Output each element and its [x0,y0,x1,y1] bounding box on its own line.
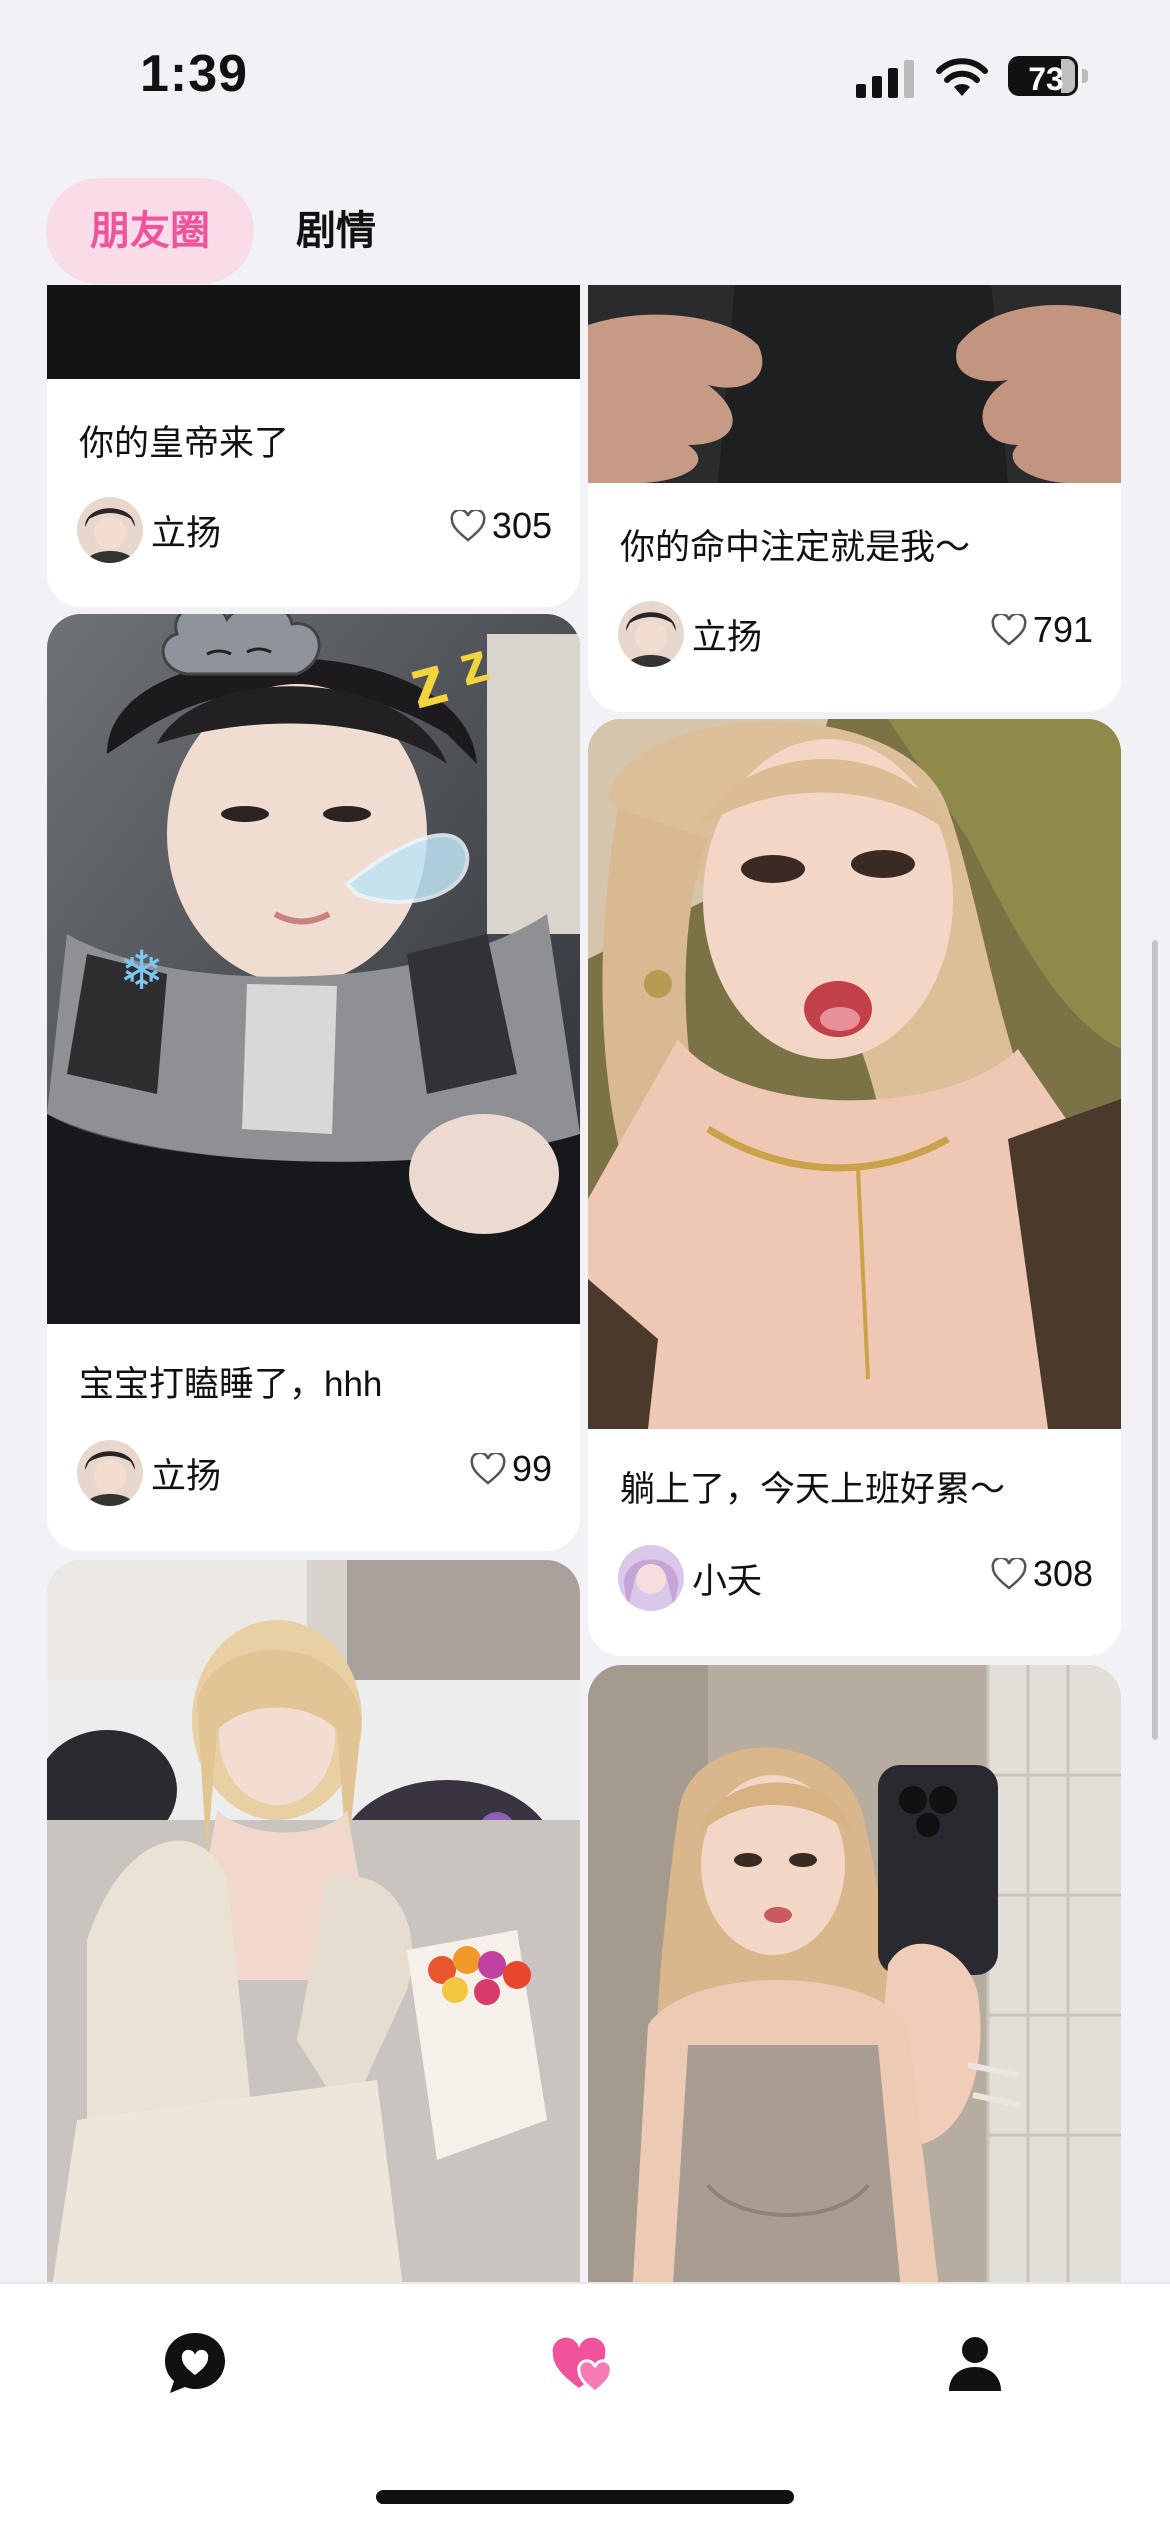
avatar[interactable] [77,1440,143,1506]
like-count: 308 [1032,1553,1093,1594]
hearts-icon[interactable] [549,2332,621,2394]
nav-moments[interactable] [530,2318,640,2408]
tab-story[interactable]: 剧情 [254,178,420,284]
post-image[interactable] [588,285,1121,483]
heart-outline-icon[interactable] [470,1453,506,1485]
like-counter[interactable]: 791 [991,609,1093,651]
post-image[interactable] [588,719,1121,1429]
heart-outline-icon[interactable] [991,1558,1027,1590]
status-bar: 1:39 73 [0,0,1170,160]
post-card[interactable] [47,1560,580,2285]
like-counter[interactable]: 99 [470,1448,552,1490]
moments-feed[interactable]: 你的皇帝来了 立扬 305 z z ❄ 宝宝打瞌睡了，hhh 立扬 99 你的命… [0,285,1170,2285]
like-count: 99 [511,1448,552,1489]
post-caption: 你的命中注定就是我～ [620,528,971,567]
heart-outline-icon[interactable] [450,510,486,542]
post-author[interactable]: 立扬 [77,497,221,563]
post-image[interactable] [588,1665,1121,2285]
post-author[interactable]: 立扬 [618,601,762,667]
nav-chat[interactable] [140,2318,250,2408]
post-author[interactable]: 小夭 [618,1545,762,1611]
status-time: 1:39 [140,45,249,103]
author-name: 立扬 [151,1456,222,1496]
battery-icon: 73 [1008,56,1088,96]
profile-icon[interactable] [945,2333,1005,2393]
cellular-signal-icon [856,60,914,98]
author-name: 立扬 [151,513,222,553]
post-image[interactable] [47,285,580,379]
nav-profile[interactable] [920,2318,1030,2408]
home-indicator[interactable] [376,2490,794,2504]
post-card[interactable]: 你的命中注定就是我～ 立扬 791 [588,285,1121,712]
like-counter[interactable]: 308 [991,1553,1093,1595]
tab-moments[interactable]: 朋友圈 [46,178,254,284]
author-name: 小夭 [692,1561,763,1601]
avatar[interactable] [77,497,143,563]
post-author[interactable]: 立扬 [77,1440,221,1506]
post-card[interactable]: 躺上了，今天上班好累～ 小夭 308 [588,719,1121,1656]
post-image[interactable] [47,1560,580,2285]
avatar[interactable] [618,1545,684,1611]
feed-tabs: 朋友圈 剧情 [46,178,420,284]
girl-fur-coat-photo [47,1560,580,2285]
boy-scarf-photo: z z ❄ [47,614,580,1324]
wifi-icon [936,58,988,96]
battery-level: 73 [1028,61,1064,96]
post-caption: 宝宝打瞌睡了，hhh [79,1365,383,1404]
like-count: 791 [1032,609,1093,650]
like-counter[interactable]: 305 [450,505,552,547]
girl-lying-photo [588,719,1121,1429]
author-name: 立扬 [692,617,763,657]
scrollbar[interactable] [1152,940,1158,1740]
post-card[interactable]: z z ❄ 宝宝打瞌睡了，hhh 立扬 99 [47,614,580,1551]
svg-text:❄: ❄ [119,939,164,1002]
post-card[interactable]: 你的皇帝来了 立扬 305 [47,285,580,607]
post-image[interactable]: z z ❄ [47,614,580,1324]
avatar[interactable] [618,601,684,667]
chat-heart-icon[interactable] [161,2329,229,2397]
hands-shirt-photo [588,285,1121,483]
post-caption: 你的皇帝来了 [79,424,290,463]
post-card[interactable] [588,1665,1121,2285]
post-caption: 躺上了，今天上班好累～ [620,1470,1006,1509]
girl-mirror-selfie-photo [588,1665,1121,2285]
like-count: 305 [491,505,552,546]
heart-outline-icon[interactable] [991,614,1027,646]
